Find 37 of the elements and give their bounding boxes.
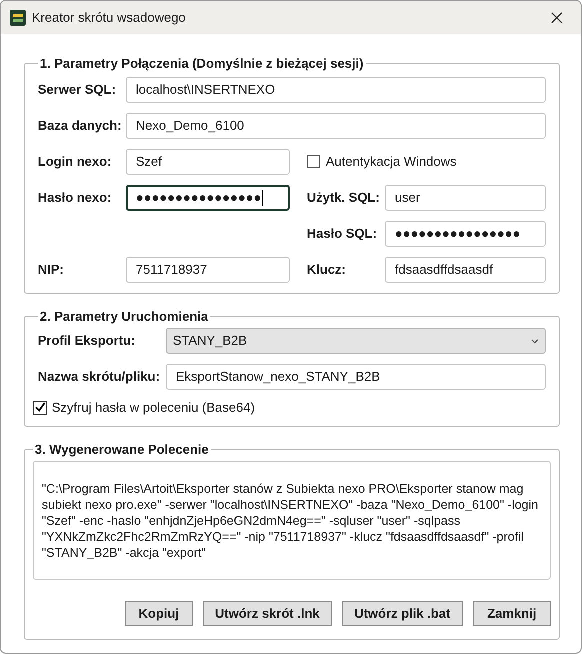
field-label: Serwer SQL:	[38, 80, 118, 99]
input-field[interactable]: user	[385, 184, 546, 210]
command-text-area[interactable]	[33, 461, 551, 580]
input-field[interactable]: EksportStanow_nexo_STANY_B2B	[166, 364, 546, 390]
chevron-down-icon	[531, 338, 539, 344]
action-button[interactable]: Utwórz plik .bat	[342, 601, 463, 626]
action-button[interactable]: Utwórz skrót .lnk	[203, 601, 332, 626]
field-label: Baza danych:	[38, 116, 123, 135]
field-label: Profil Eksportu:	[38, 332, 137, 350]
field-label: NIP:	[38, 260, 65, 279]
command-text: "C:\Program Files\Artoit\Eksporter stanów z Subiekta nexo PRO\Eksporter stanow mag subiekt nexo pro.exe" -serwer "localhost\INSERTNEXO" -baza "Nexo_Demo_6100" -login "Szef" -enc -haslo "enhjdnZjeHp6eGN2dmN4eg==" -sqluser "user" -sqlpass "YXNkZmZkc2Fhc2RmZmRzYQ==" -nip "7511718937" -klucz "fdsaasdffdsaasdf" -profil "STANY_B2B" -akcja "export"	[42, 481, 540, 561]
group-title: 1. Parametry Połączenia (Domyślnie z bieżącej sesji)	[39, 55, 365, 73]
group-title: 3. Wygenerowane Polecenie	[34, 440, 210, 459]
checkbox-label: Szyfruj hasła w poleceniu (Base64)	[52, 399, 256, 417]
input-field[interactable]: fdsaasdffdsaasdf	[385, 256, 546, 282]
input-field[interactable]: 7511718937	[126, 256, 290, 282]
profile-dropdown[interactable]: STANY_B2B	[166, 328, 546, 354]
app-icon	[10, 10, 26, 26]
checkbox-label: Autentykacja Windows	[326, 152, 457, 171]
input-field[interactable]: ●●●●●●●●●●●●●●●●	[126, 184, 290, 210]
checkbox[interactable]	[33, 400, 47, 415]
close-icon	[551, 12, 563, 24]
checkbox[interactable]	[307, 155, 320, 168]
field-label: Klucz:	[307, 260, 347, 279]
field-label: Hasło nexo:	[38, 188, 113, 207]
window-title: Kreator skrótu wsadowego	[32, 8, 186, 27]
action-button[interactable]: Zamknij	[473, 601, 551, 626]
input-field[interactable]: Szef	[126, 148, 290, 174]
field-label: Nazwa skrótu/pliku:	[38, 368, 162, 386]
group-title: 2. Parametry Uruchomienia	[39, 308, 210, 326]
field-label: Użytk. SQL:	[307, 188, 381, 207]
input-field[interactable]: Nexo_Demo_6100	[126, 112, 546, 138]
field-label: Hasło SQL:	[307, 224, 378, 243]
action-button[interactable]: Kopiuj	[125, 601, 193, 626]
input-field[interactable]: ●●●●●●●●●●●●●●●●	[385, 220, 546, 246]
input-field[interactable]: localhost\INSERTNEXO	[126, 76, 546, 102]
field-label: Login nexo:	[38, 152, 113, 171]
